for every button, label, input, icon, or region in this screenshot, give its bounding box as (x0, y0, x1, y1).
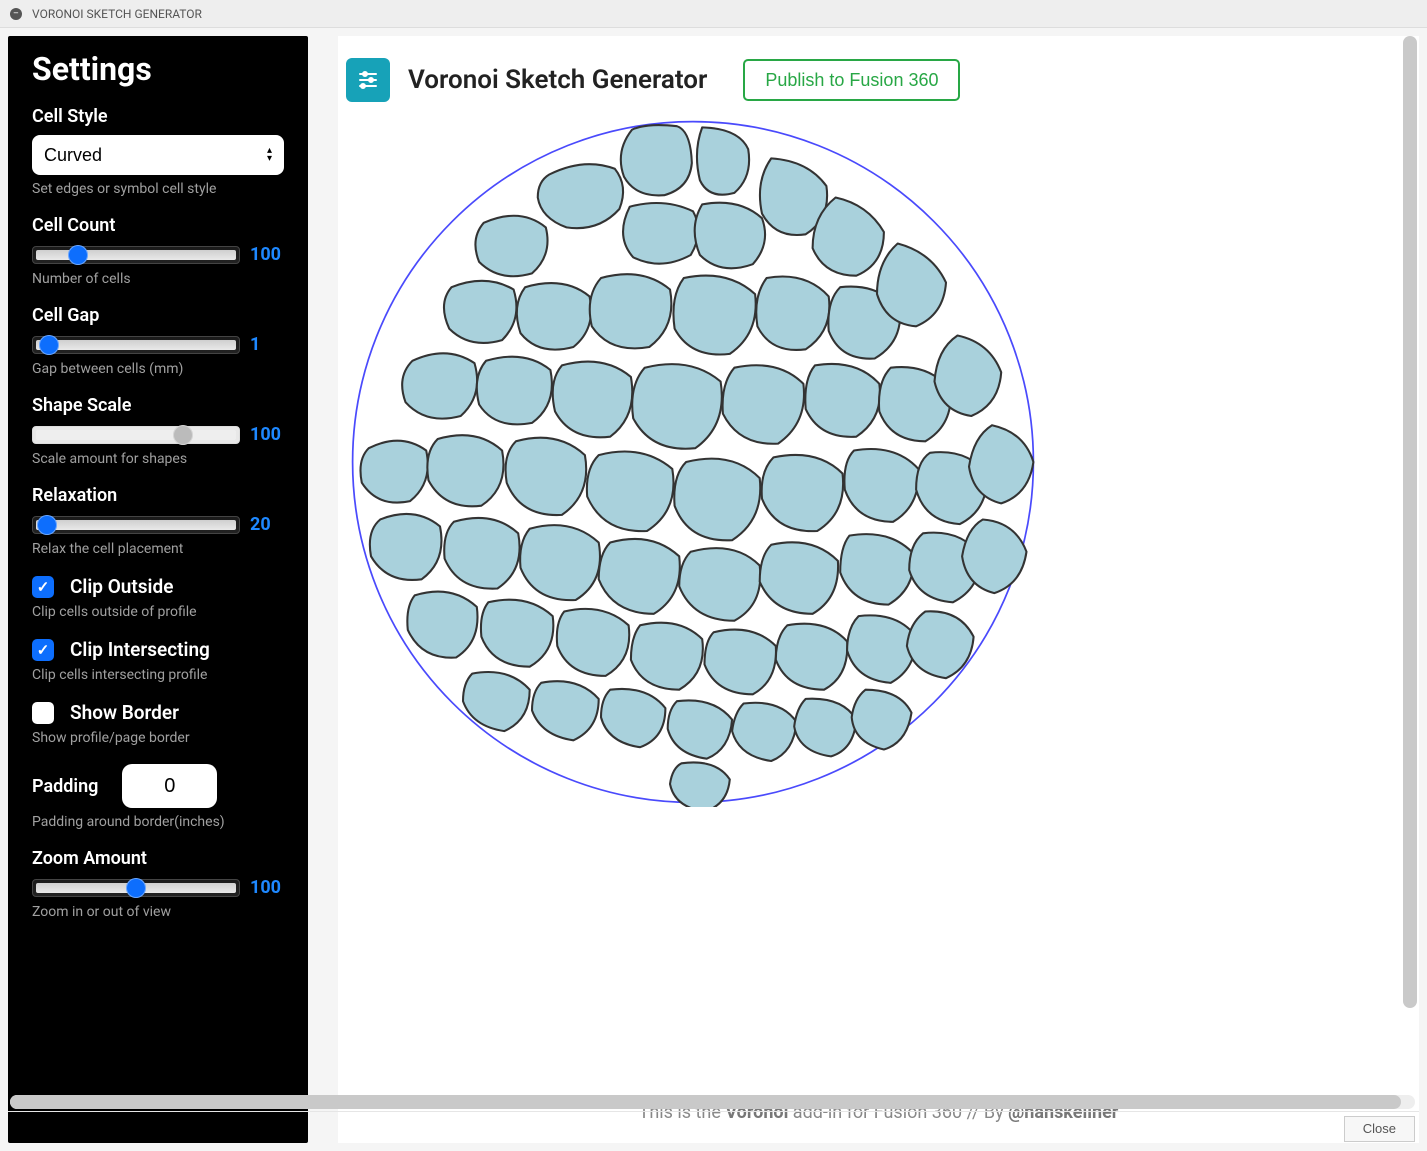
clip-intersecting-help: Clip cells intersecting profile (32, 667, 284, 683)
padding-help: Padding around border(inches) (32, 814, 284, 830)
show-border-help: Show profile/page border (32, 730, 284, 746)
cell-style-select[interactable] (32, 135, 284, 175)
cell-style-select-wrap: ▴▾ (32, 135, 284, 175)
cell-gap-slider[interactable] (32, 336, 240, 354)
window-title: VORONOI SKETCH GENERATOR (32, 7, 202, 21)
padding-input[interactable] (122, 764, 217, 808)
clip-intersecting-group: ✓ Clip Intersecting Clip cells intersect… (32, 638, 284, 683)
vertical-scrollbar[interactable] (1403, 36, 1417, 1093)
clip-outside-label: Clip Outside (70, 575, 173, 598)
cell-gap-help: Gap between cells (mm) (32, 361, 284, 377)
relaxation-group: Relaxation 20 Relax the cell placement (32, 485, 284, 557)
padding-label: Padding (32, 776, 98, 797)
zoom-value: 100 (250, 877, 284, 898)
preview (338, 102, 1419, 1102)
horizontal-scrollbar[interactable] (10, 1095, 1415, 1109)
cell-style-label: Cell Style (32, 106, 284, 127)
cell-gap-group: Cell Gap 1 Gap between cells (mm) (32, 305, 284, 377)
window-control-icon[interactable]: – (10, 8, 22, 20)
cell-gap-label: Cell Gap (32, 305, 284, 326)
cell-count-help: Number of cells (32, 271, 284, 287)
clip-outside-group: ✓ Clip Outside Clip cells outside of pro… (32, 575, 284, 620)
zoom-help: Zoom in or out of view (32, 904, 284, 920)
cell-count-group: Cell Count 100 Number of cells (32, 215, 284, 287)
shape-scale-slider[interactable] (32, 426, 240, 444)
clip-intersecting-checkbox[interactable]: ✓ (32, 639, 54, 661)
cell-count-slider[interactable] (32, 246, 240, 264)
window: – VORONOI SKETCH GENERATOR Settings Cell… (0, 0, 1427, 1151)
clip-outside-checkbox[interactable]: ✓ (32, 576, 54, 598)
cell-count-value: 100 (250, 244, 284, 265)
clip-intersecting-label: Clip Intersecting (70, 638, 210, 661)
show-border-checkbox[interactable] (32, 702, 54, 724)
titlebar: – VORONOI SKETCH GENERATOR (0, 0, 1427, 28)
shape-scale-group: Shape Scale 100 Scale amount for shapes (32, 395, 284, 467)
relaxation-slider[interactable] (32, 516, 240, 534)
cell-count-label: Cell Count (32, 215, 284, 236)
header: Voronoi Sketch Generator Publish to Fusi… (338, 58, 1419, 102)
padding-group: Padding Padding around border(inches) (32, 764, 284, 830)
show-border-group: Show Border Show profile/page border (32, 701, 284, 746)
cell-style-group: Cell Style ▴▾ Set edges or symbol cell s… (32, 106, 284, 197)
voronoi-preview (348, 117, 1038, 807)
shape-scale-label: Shape Scale (32, 395, 284, 416)
main-area: Settings Cell Style ▴▾ Set edges or symb… (8, 36, 1419, 1143)
content: Settings Cell Style ▴▾ Set edges or symb… (0, 28, 1427, 1151)
close-button[interactable]: Close (1344, 1116, 1415, 1142)
publish-button[interactable]: Publish to Fusion 360 (743, 59, 960, 101)
relaxation-help: Relax the cell placement (32, 541, 284, 557)
zoom-label: Zoom Amount (32, 848, 284, 869)
bottom-bar: Close (8, 1111, 1419, 1145)
settings-sidebar: Settings Cell Style ▴▾ Set edges or symb… (8, 36, 308, 1143)
zoom-group: Zoom Amount 100 Zoom in or out of view (32, 848, 284, 920)
shape-scale-value: 100 (250, 424, 284, 445)
cell-gap-value: 1 (250, 334, 284, 355)
sidebar-heading: Settings (32, 50, 284, 88)
canvas-area: Voronoi Sketch Generator Publish to Fusi… (338, 36, 1419, 1143)
relaxation-label: Relaxation (32, 485, 284, 506)
clip-outside-help: Clip cells outside of profile (32, 604, 284, 620)
cell-style-help: Set edges or symbol cell style (32, 181, 284, 197)
page-title: Voronoi Sketch Generator (408, 65, 707, 95)
shape-scale-help: Scale amount for shapes (32, 451, 284, 467)
zoom-slider[interactable] (32, 879, 240, 897)
settings-icon[interactable] (346, 58, 390, 102)
relaxation-value: 20 (250, 514, 284, 535)
show-border-label: Show Border (70, 701, 179, 724)
